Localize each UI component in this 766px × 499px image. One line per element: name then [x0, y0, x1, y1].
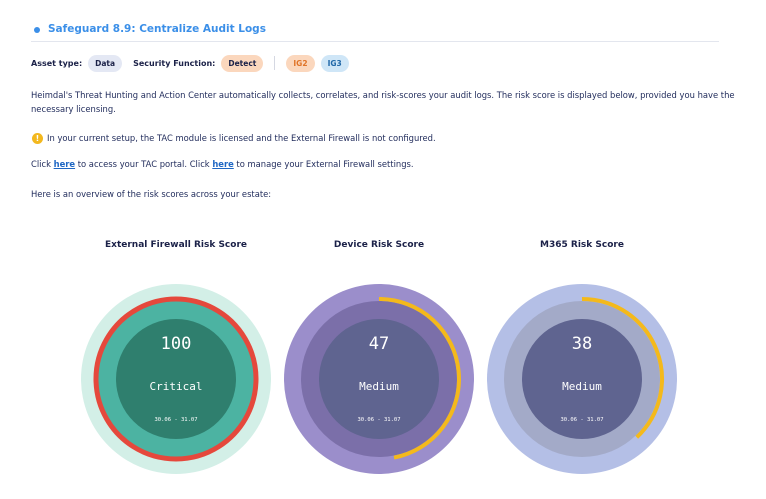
gauge-title-device: Device Risk Score	[333, 240, 425, 250]
intro-paragraph: Heimdal's Threat Hunting and Action Cent…	[31, 90, 735, 114]
gauge-score-value: 47	[369, 334, 389, 354]
security-function-badge: Detect	[221, 54, 264, 72]
gauge-score-value: 38	[572, 334, 592, 354]
gauge-level-label: Medium	[359, 380, 399, 393]
gauge-m365: 38 Medium 30.06 - 31.07	[487, 284, 677, 474]
gauge-score-value: 100	[161, 334, 192, 354]
gauge-external-firewall: 100 Critical 30.06 - 31.07	[81, 284, 271, 474]
gauge-level-label: Critical	[150, 380, 203, 393]
warning-line: ! In your current setup, the TAC module …	[31, 131, 436, 145]
section-header: Safeguard 8.9: Centralize Audit Logs	[31, 22, 719, 42]
gauge-period: 30.06 - 31.07	[560, 417, 603, 423]
tag-ig2: IG2	[286, 54, 315, 72]
links-suffix: to manage your External Firewall setting…	[233, 159, 414, 169]
warning-text: In your current setup, the TAC module is…	[47, 133, 436, 143]
tac-portal-link[interactable]: here	[54, 159, 75, 169]
bullet-dot-icon	[34, 27, 40, 33]
overview-paragraph: Here is an overview of the risk scores a…	[31, 189, 272, 199]
gauge-period: 30.06 - 31.07	[357, 417, 400, 423]
links-prefix: Click	[31, 159, 54, 169]
gauge-title-external-firewall: External Firewall Risk Score	[105, 240, 247, 250]
security-function-label: Security Function:	[133, 58, 216, 68]
links-middle: to access your TAC portal. Click	[75, 159, 213, 169]
tag-ig3: IG3	[320, 54, 349, 72]
meta-row: Asset type: Data Security Function: Dete…	[31, 54, 349, 72]
gauge-device: 47 Medium 30.06 - 31.07	[284, 284, 474, 474]
asset-type-badge: Data	[88, 54, 123, 72]
asset-type-label: Asset type:	[31, 58, 83, 68]
exclamation-circle-icon: !	[32, 132, 43, 144]
links-paragraph: Click here to access your TAC portal. Cl…	[31, 157, 414, 171]
gauge-level-label: Medium	[562, 380, 602, 393]
meta-divider	[274, 56, 276, 70]
firewall-settings-link[interactable]: here	[212, 159, 233, 169]
gauge-title-m365: M365 Risk Score	[540, 240, 624, 250]
gauge-period: 30.06 - 31.07	[154, 417, 197, 423]
safeguard-title: Safeguard 8.9: Centralize Audit Logs	[48, 23, 266, 35]
